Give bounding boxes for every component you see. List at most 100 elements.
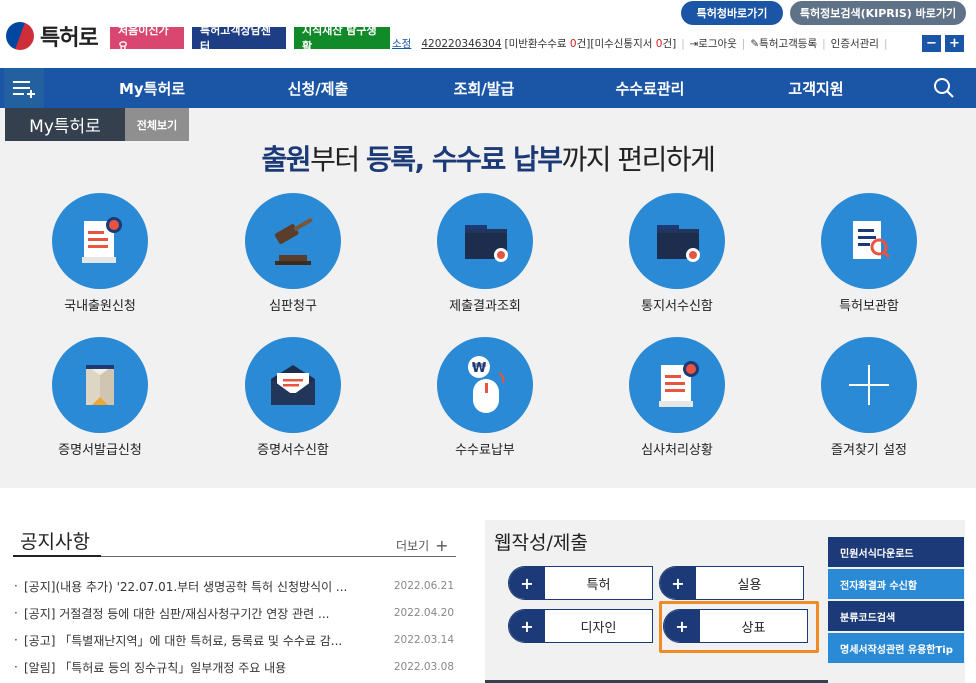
notice-item[interactable]: · [알림] 「특허료 등의 징수규칙」일부개정 주요 내용 2022.03.0… xyxy=(14,658,454,676)
tile-certificate-request[interactable]: 증명서발급신청 xyxy=(25,337,175,458)
logo-text: 특허로 xyxy=(40,26,99,51)
tile-label: 국내출원신청 xyxy=(64,299,136,314)
nav-item-inquiry[interactable]: 조회/발급 xyxy=(424,68,544,108)
folder-badge-icon xyxy=(629,193,725,289)
site-logo[interactable]: 특허로 xyxy=(2,18,99,54)
cert-manage-link[interactable]: 인증서관리 xyxy=(831,36,879,51)
tile-label: 제출결과조회 xyxy=(449,299,521,314)
customer-number-link[interactable]: 420220346304 xyxy=(421,38,501,50)
search-icon xyxy=(934,78,954,98)
logout-label: 로그아웃 xyxy=(698,38,737,50)
tile-label: 심판청구 xyxy=(269,299,317,314)
tile-submission-result[interactable]: 제출결과조회 xyxy=(410,193,560,314)
unpaid-fee-status[interactable]: [미반환수수료 0건] xyxy=(505,36,591,51)
tile-favorites-settings[interactable]: 즐겨찾기 설정 xyxy=(794,337,944,458)
nav-item-fee[interactable]: 수수료관리 xyxy=(590,68,710,108)
divider: | xyxy=(883,37,888,50)
notice-item[interactable]: · [공지] 거절결정 등에 대한 심판/재심사청구기간 연장 관련 ... 2… xyxy=(14,604,454,622)
tile-label: 증명서수신함 xyxy=(257,443,329,458)
plus-icon: + xyxy=(435,536,449,555)
user-info-bar: 소정 420220346304 [미반환수수료 0건] [미수신통지서 0건] … xyxy=(392,36,893,51)
submit-utility-button[interactable]: + 실용 xyxy=(659,566,804,600)
digitized-result-inbox-link[interactable]: 전자화결과 수신함 xyxy=(828,569,964,599)
tile-label: 특허보관함 xyxy=(839,299,899,314)
nav-item-my[interactable]: My특허로 xyxy=(92,68,212,108)
hero-title-part: 출원 xyxy=(261,143,312,176)
search-button[interactable] xyxy=(924,68,964,108)
tile-label: 즐겨찾기 설정 xyxy=(831,443,907,458)
tab-my-patent[interactable]: My특허로 xyxy=(5,108,125,141)
divider: | xyxy=(681,37,685,50)
notice-item-date: 2022.03.08 xyxy=(393,661,454,673)
view-all-button[interactable]: 전체보기 xyxy=(125,108,189,141)
unreceived-notice-status[interactable]: [미수신통지서 0건] xyxy=(590,36,676,51)
form-download-link[interactable]: 민원서식다운로드 xyxy=(828,537,964,567)
notice-item-date: 2022.04.20 xyxy=(393,607,454,619)
menu-add-icon xyxy=(13,81,35,98)
tile-patent-storage[interactable]: 특허보관함 xyxy=(794,193,944,314)
bullet: · xyxy=(14,579,18,593)
tile-trial-request[interactable]: 심판청구 xyxy=(218,193,368,314)
submit-patent-button[interactable]: + 특허 xyxy=(508,566,653,600)
submit-design-button[interactable]: + 디자인 xyxy=(508,609,653,643)
submit-type-label: 디자인 xyxy=(580,620,617,636)
plus-icon xyxy=(821,337,917,433)
tile-fee-payment[interactable]: ₩ 수수료납부 xyxy=(410,337,560,458)
application-document-icon xyxy=(629,337,725,433)
hero-title-part: , xyxy=(414,143,432,176)
register-label: 특허고객등록 xyxy=(759,38,818,50)
logout-link[interactable]: ⇥로그아웃 xyxy=(690,36,737,51)
plus-icon: + xyxy=(509,567,545,599)
application-document-icon xyxy=(52,193,148,289)
zoom-in-button[interactable]: + xyxy=(945,35,964,52)
bullet: · xyxy=(14,660,18,674)
menu-toggle-button[interactable] xyxy=(4,68,44,108)
tile-certificate-inbox[interactable]: 증명서수신함 xyxy=(218,337,368,458)
divider: | xyxy=(822,37,826,50)
notice-item-title: [공지] 거절결정 등에 대한 심판/재심사청구기간 연장 관련 ... xyxy=(24,606,330,621)
customer-center-button[interactable]: 특허고객상담센터 xyxy=(192,24,286,53)
kipris-shortcut-button[interactable]: 특허정보검색(KIPRIS) 바로가기 xyxy=(790,1,966,25)
folder-badge-icon xyxy=(437,193,533,289)
notice-item[interactable]: · [공지](내용 추가) '22.07.01.부터 생명공학 특허 신청방식이… xyxy=(14,577,454,595)
tile-domestic-application[interactable]: 국내출원신청 xyxy=(25,193,175,314)
web-submit-title: 웹작성/제출 xyxy=(494,532,588,554)
divider: | xyxy=(741,37,746,50)
plus-icon: + xyxy=(660,567,696,599)
kipo-shortcut-button[interactable]: 특허청바로가기 xyxy=(681,1,783,25)
hero-title-part: 까지 편리하게 xyxy=(561,143,715,176)
user-org-link[interactable]: 소정 xyxy=(392,36,411,51)
unpaid-prefix: [미반환수수료 xyxy=(504,38,570,50)
notice-item[interactable]: · [공고] 「특별재난지역」에 대한 특허료, 등록료 및 수수료 감... … xyxy=(14,631,454,649)
hero-title: 출원부터 등록, 수수료 납부까지 편리하게 xyxy=(0,138,976,178)
hero-title-part: 등록 xyxy=(366,143,416,176)
first-visit-button[interactable]: 처음이신가요 xyxy=(110,24,184,53)
unreceived-suffix: 건] xyxy=(662,38,677,50)
svg-text:₩: ₩ xyxy=(472,361,487,376)
ip-exploration-button[interactable]: 지식재산 탐구생활 xyxy=(294,24,390,53)
more-label: 더보기 xyxy=(396,539,430,553)
tile-label: 심사처리상황 xyxy=(641,443,713,458)
notice-item-title: [공고] 「특별재난지역」에 대한 특허료, 등록료 및 수수료 감... xyxy=(24,633,343,648)
tile-label: 수수료납부 xyxy=(455,443,515,458)
top-bar: 특허로 처음이신가요 특허고객상담센터 지식재산 탐구생활 특허청바로가기 특허… xyxy=(0,0,976,68)
nav-item-support[interactable]: 고객지원 xyxy=(756,68,876,108)
highlight-box xyxy=(659,601,819,653)
notice-more-link[interactable]: 더보기 + xyxy=(396,536,449,555)
classification-code-search-link[interactable]: 분류코드검색 xyxy=(828,601,964,631)
tile-examination-status[interactable]: 심사처리상황 xyxy=(602,337,752,458)
main-nav: My특허로 신청/제출 조회/발급 수수료관리 고객지원 xyxy=(0,68,976,108)
unreceived-prefix: [미수신통지서 xyxy=(590,38,656,50)
zoom-out-button[interactable]: − xyxy=(922,35,941,52)
nav-item-apply[interactable]: 신청/제출 xyxy=(258,68,378,108)
pencil-icon: ✎ xyxy=(750,38,760,50)
envelope-icon xyxy=(245,337,341,433)
notice-item-title: [공지](내용 추가) '22.07.01.부터 생명공학 특허 신청방식이 .… xyxy=(24,579,348,594)
customer-register-link[interactable]: ✎특허고객등록 xyxy=(750,36,817,51)
specification-tips-link[interactable]: 명세서작성관련 유용한Tip xyxy=(828,633,964,663)
logout-icon: ⇥ xyxy=(689,39,699,50)
bullet: · xyxy=(14,606,18,620)
unpaid-count: 0 xyxy=(569,38,577,50)
tile-notice-inbox[interactable]: 통지서수신함 xyxy=(602,193,752,314)
unpaid-suffix: 건] xyxy=(576,38,591,50)
